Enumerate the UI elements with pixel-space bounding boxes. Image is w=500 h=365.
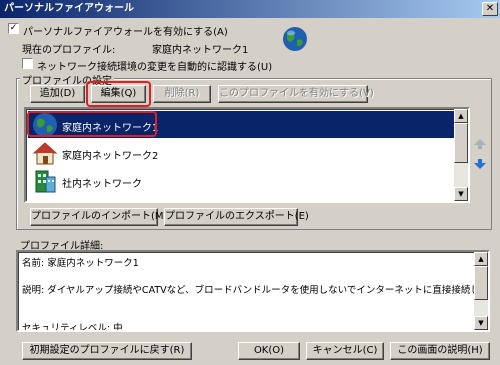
office-building-icon bbox=[35, 170, 56, 193]
profile-item-label: 社内ネットワーク bbox=[62, 179, 142, 190]
selected-profile-highlight bbox=[27, 111, 157, 137]
activate-profile-button[interactable]: このプロファイルを有効にする(V) bbox=[218, 85, 374, 103]
enable-firewall-checkbox[interactable]: ✓ bbox=[8, 23, 19, 34]
export-profile-button[interactable]: プロファイルのエクスポート(E) bbox=[164, 208, 309, 226]
add-profile-button[interactable]: 追加(D) bbox=[30, 85, 85, 103]
details-scrollbar[interactable]: ▲ ▼ bbox=[474, 252, 488, 330]
close-button[interactable]: ✕ bbox=[482, 2, 498, 16]
help-button[interactable]: この画面の説明(H) bbox=[390, 342, 490, 360]
auto-detect-label: ネットワーク接続環境の変更を自動的に認識する(U) bbox=[37, 62, 273, 73]
auto-detect-checkbox[interactable] bbox=[22, 58, 33, 69]
current-profile-value: 家庭内ネットワーク1 bbox=[152, 45, 249, 56]
scroll-thumb[interactable] bbox=[474, 266, 488, 300]
profile-list-item[interactable]: 社内ネットワーク bbox=[28, 167, 461, 194]
scroll-down-button[interactable]: ▼ bbox=[474, 316, 488, 330]
scroll-thumb[interactable] bbox=[454, 123, 468, 163]
detail-description: 説明: ダイヤルアップ接続やCATVなど、ブロードバンドルータを使用しないでイン… bbox=[22, 285, 490, 296]
move-down-icon[interactable] bbox=[473, 158, 487, 170]
detail-name: 名前: 家庭内ネットワーク1 bbox=[22, 258, 139, 269]
firewall-dialog: パーソナルファイアウォール ✕ ✓ パーソナルファイアウォールを有効にする(A)… bbox=[0, 0, 500, 365]
title-bar: パーソナルファイアウォール ✕ bbox=[0, 0, 500, 18]
detail-security-level: セキュリティレベル: 中 bbox=[22, 323, 123, 332]
profile-details-box[interactable]: 名前: 家庭内ネットワーク1 説明: ダイヤルアップ接続やCATVなど、ブロード… bbox=[16, 250, 490, 332]
reset-profile-button[interactable]: 初期設定のプロファイルに戻す(R) bbox=[22, 342, 192, 360]
scroll-up-button[interactable]: ▲ bbox=[454, 109, 468, 123]
import-profile-button[interactable]: プロファイルのインポート(M) bbox=[30, 208, 167, 226]
scroll-down-button[interactable]: ▼ bbox=[454, 187, 468, 201]
move-up-icon[interactable] bbox=[473, 138, 487, 150]
profile-list-item[interactable]: 家庭内ネットワーク2 bbox=[28, 139, 461, 166]
cancel-button[interactable]: キャンセル(C) bbox=[306, 342, 384, 360]
ok-button[interactable]: OK(O) bbox=[238, 342, 300, 360]
scroll-up-button[interactable]: ▲ bbox=[474, 252, 488, 266]
globe-icon bbox=[283, 27, 307, 51]
edit-button-highlight bbox=[86, 81, 151, 107]
house-icon bbox=[32, 142, 58, 165]
delete-profile-button[interactable]: 削除(R) bbox=[153, 85, 211, 103]
current-profile-label: 現在のプロファイル: bbox=[22, 45, 116, 56]
profile-list-scrollbar[interactable]: ▲ ▼ bbox=[454, 109, 468, 201]
profile-item-label: 家庭内ネットワーク2 bbox=[62, 151, 159, 162]
enable-firewall-label: パーソナルファイアウォールを有効にする(A) bbox=[23, 27, 228, 38]
window-title: パーソナルファイアウォール bbox=[4, 3, 134, 14]
